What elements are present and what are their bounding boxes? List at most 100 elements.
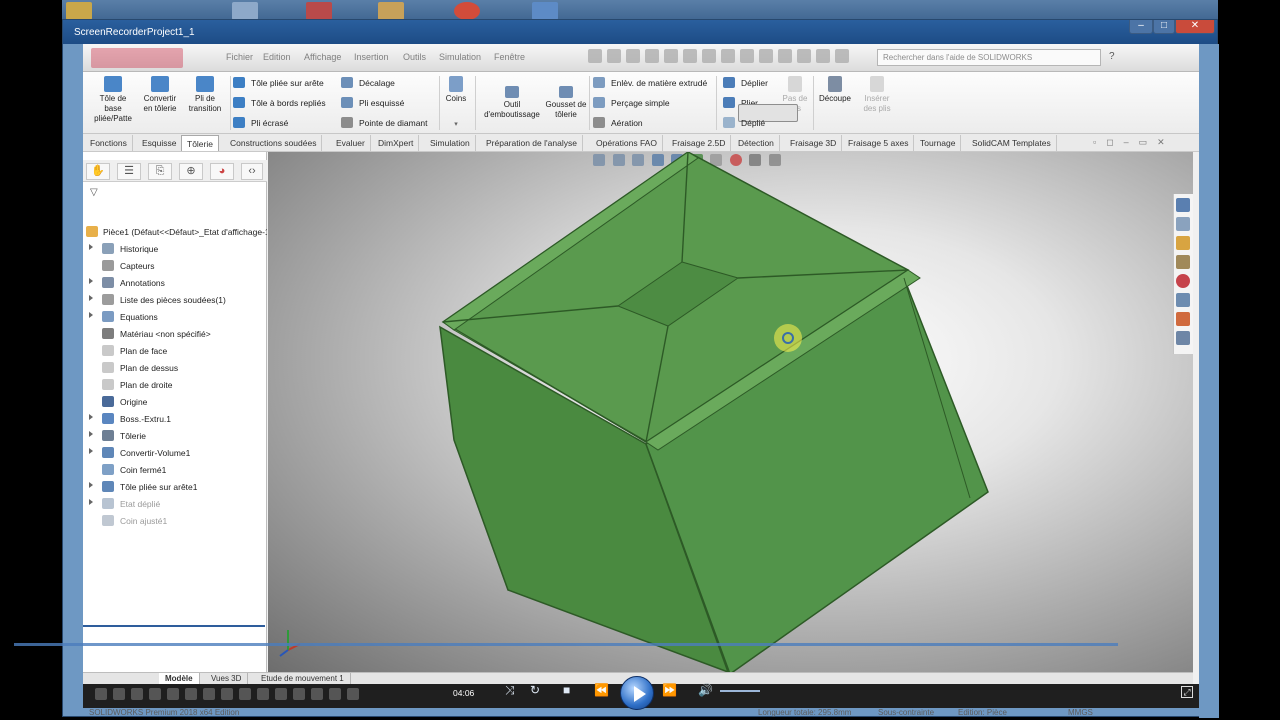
feature-tree-item[interactable]: Boss.-Extru.1 [83, 411, 267, 427]
body-icon[interactable] [239, 688, 251, 700]
rollback-bar[interactable] [83, 625, 265, 627]
tab-fraisage-25d[interactable]: Fraisage 2.5D [667, 135, 732, 151]
filter-icon[interactable] [167, 688, 179, 700]
extra-icon[interactable] [778, 49, 792, 63]
filter-icon[interactable] [95, 688, 107, 700]
tab-operations-fao[interactable]: Opérations FAO [591, 135, 663, 151]
axis-icon[interactable] [311, 688, 323, 700]
fast-forward-icon[interactable]: ⏩ [662, 683, 677, 697]
graphics-area[interactable] [268, 152, 1193, 672]
tab-fonctions[interactable]: Fonctions [85, 135, 133, 151]
resources-icon[interactable] [1176, 217, 1190, 231]
home-icon[interactable] [1176, 198, 1190, 212]
expand-arrow-icon[interactable] [89, 482, 93, 488]
insert-bends-button[interactable]: Insérer des plis [857, 76, 897, 114]
cross-break-button[interactable]: Pointe de diamant [341, 117, 428, 128]
feature-tree-item[interactable]: Plan de dessus [83, 360, 267, 376]
extra-icon[interactable] [759, 49, 773, 63]
face-icon[interactable] [221, 688, 233, 700]
rewind-icon[interactable]: ⏪ [594, 683, 609, 697]
extra-icon[interactable] [835, 49, 849, 63]
tab-fraisage-5-axes[interactable]: Fraisage 5 axes [843, 135, 915, 151]
stop-icon[interactable]: ■ [563, 683, 570, 697]
appearances-icon[interactable] [1176, 274, 1190, 288]
volume-slider[interactable] [720, 690, 760, 692]
cursor-icon[interactable] [149, 688, 161, 700]
tab-detection[interactable]: Détection [733, 135, 780, 151]
expand-arrow-icon[interactable] [89, 278, 93, 284]
options-icon[interactable] [740, 49, 754, 63]
annotation-icon[interactable] [347, 688, 359, 700]
tab-preparation-analyse[interactable]: Préparation de l'analyse [481, 135, 583, 151]
feature-tree-item[interactable]: Origine [83, 394, 267, 410]
panel-scroll-arrows-icon[interactable]: ‹› [241, 163, 263, 180]
folder-icon[interactable] [1176, 236, 1190, 250]
tab-evaluer[interactable]: Evaluer [331, 135, 371, 151]
tab-esquisse[interactable]: Esquisse [137, 135, 183, 151]
filter-icon[interactable] [113, 688, 125, 700]
offset-button[interactable]: Décalage [341, 77, 395, 88]
feature-tree-item[interactable]: Liste des pièces soudées(1) [83, 292, 267, 308]
menu-fenetre[interactable]: Fenêtre [494, 52, 525, 62]
forum-icon[interactable] [1176, 312, 1190, 326]
play-button[interactable] [620, 676, 654, 710]
desktop-icon[interactable] [532, 2, 558, 20]
feature-tree-item[interactable]: Matériau <non spécifié> [83, 326, 267, 342]
unfold-button[interactable]: Déplier [723, 77, 768, 88]
lofted-bend-button[interactable]: Pli de transition [183, 76, 227, 114]
dimxpert-tab-icon[interactable]: ⊕ [179, 163, 203, 180]
expand-arrow-icon[interactable] [89, 295, 93, 301]
sketched-bend-button[interactable]: Pli esquissé [341, 97, 404, 108]
tab-solidcam-templates[interactable]: SolidCAM Templates [967, 135, 1057, 151]
feature-tree-item[interactable]: Equations [83, 309, 267, 325]
expand-arrow-icon[interactable] [89, 499, 93, 505]
vertex-icon[interactable] [185, 688, 197, 700]
plane-icon[interactable] [293, 688, 305, 700]
feature-tree-item[interactable]: Plan de droite [83, 377, 267, 393]
tab-window-controls[interactable]: ▫◻–▭✕ [1093, 137, 1175, 148]
menu-insertion[interactable]: Insertion [354, 52, 389, 62]
feature-tree-item[interactable]: Capteurs [83, 258, 267, 274]
shuffle-icon[interactable]: ⤨ [505, 683, 515, 698]
chat-icon[interactable] [1176, 331, 1190, 345]
filter-icon[interactable]: ▽ [90, 187, 98, 198]
fullscreen-icon[interactable]: ⤢ [1181, 686, 1193, 698]
expand-arrow-icon[interactable] [89, 244, 93, 250]
maximize-button[interactable]: □ [1153, 20, 1175, 34]
library-icon[interactable] [1176, 255, 1190, 269]
undo-icon[interactable] [683, 49, 697, 63]
extruded-cut-button[interactable]: Enlèv. de matière extrudé [593, 77, 707, 88]
sheet-metal-part[interactable] [268, 152, 1193, 672]
volume-icon[interactable]: 🔊 [698, 683, 713, 697]
feature-tree-item[interactable]: Pièce1 (Défaut<<Défaut>_Etat d'affichage… [83, 224, 267, 240]
open-icon[interactable] [626, 49, 640, 63]
help-icon[interactable]: ? [1109, 51, 1115, 62]
expand-arrow-icon[interactable] [89, 312, 93, 318]
desktop-icon[interactable] [232, 2, 258, 20]
status-units[interactable]: MMGS [1068, 708, 1093, 717]
menu-simulation[interactable]: Simulation [439, 52, 481, 62]
extra-icon[interactable] [797, 49, 811, 63]
feature-tree-item[interactable]: Tôle pliée sur arête1 [83, 479, 267, 495]
close-button[interactable]: ✕ [1175, 20, 1215, 34]
desktop-icon[interactable] [66, 2, 92, 20]
display-manager-tab-icon[interactable]: ◕ [210, 163, 234, 180]
minimize-button[interactable]: – [1129, 20, 1153, 34]
sketch-icon[interactable] [257, 688, 269, 700]
print-icon[interactable] [664, 49, 678, 63]
corners-button[interactable]: Coins ▾ [441, 76, 471, 130]
expand-arrow-icon[interactable] [89, 431, 93, 437]
tab-simulation[interactable]: Simulation [425, 135, 476, 151]
feature-tree-item[interactable]: Historique [83, 241, 267, 257]
point-icon[interactable] [329, 688, 341, 700]
vent-button[interactable]: Aération [593, 117, 643, 128]
home-icon[interactable] [588, 49, 602, 63]
desktop-icon[interactable] [306, 2, 332, 20]
edge-flange-button[interactable]: Tôle pliée sur arête [233, 77, 324, 88]
feature-tree-item[interactable]: Coin fermé1 [83, 462, 267, 478]
feature-tree-tab-icon[interactable]: ✋ [86, 163, 110, 180]
expand-arrow-icon[interactable] [89, 414, 93, 420]
property-manager-tab-icon[interactable]: ☰ [117, 163, 141, 180]
extra-icon[interactable] [816, 49, 830, 63]
video-progress-bar[interactable] [14, 643, 1118, 646]
